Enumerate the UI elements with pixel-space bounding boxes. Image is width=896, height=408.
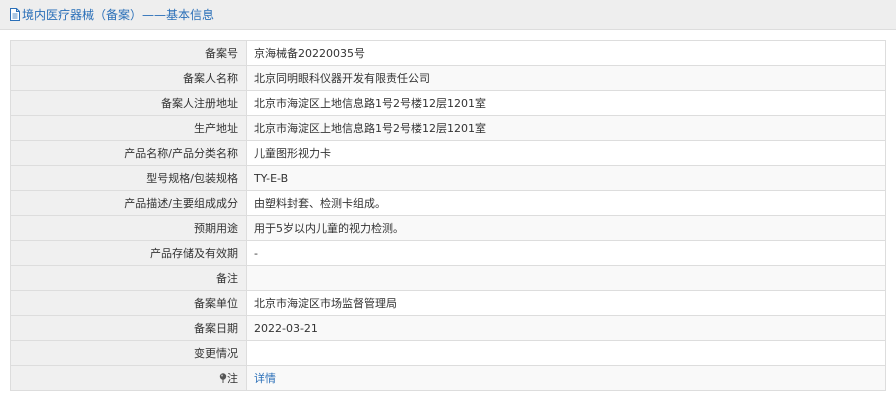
table-row: 生产地址 北京市海淀区上地信息路1号2号楼12层1201室	[10, 115, 886, 141]
field-value: 用于5岁以内儿童的视力检测。	[246, 215, 886, 241]
field-label: 备注	[10, 265, 247, 291]
field-value: -	[246, 240, 886, 266]
note-row: 注 详情	[10, 365, 886, 391]
field-label: 备案号	[10, 40, 247, 66]
basic-info-table: 备案号 京海械备20220035号 备案人名称 北京同明眼科仪器开发有限责任公司 备案人…	[10, 40, 886, 391]
document-icon	[10, 8, 20, 21]
field-value	[246, 265, 886, 291]
field-value: 京海械备20220035号	[246, 40, 886, 66]
note-value-cell: 详情	[246, 365, 886, 391]
table-row: 产品描述/主要组成成分 由塑料封套、检测卡组成。	[10, 190, 886, 216]
field-value: 北京市海淀区市场监督管理局	[246, 290, 886, 316]
table-row: 备案号 京海械备20220035号	[10, 40, 886, 66]
field-value: 由塑料封套、检测卡组成。	[246, 190, 886, 216]
field-value	[246, 340, 886, 366]
table-row: 备案日期 2022-03-21	[10, 315, 886, 341]
table-row: 备注	[10, 265, 886, 291]
field-label: 生产地址	[10, 115, 247, 141]
table-row: 备案人注册地址 北京市海淀区上地信息路1号2号楼12层1201室	[10, 90, 886, 116]
field-label: 备案人名称	[10, 65, 247, 91]
field-label: 预期用途	[10, 215, 247, 241]
field-label: 产品描述/主要组成成分	[10, 190, 247, 216]
page-title: 境内医疗器械（备案）——基本信息	[22, 8, 215, 22]
field-label: 备案日期	[10, 315, 247, 341]
table-row: 产品存储及有效期 -	[10, 240, 886, 266]
field-value: 儿童图形视力卡	[246, 140, 886, 166]
table-row: 备案人名称 北京同明眼科仪器开发有限责任公司	[10, 65, 886, 91]
details-link[interactable]: 详情	[254, 372, 276, 385]
field-value: 北京同明眼科仪器开发有限责任公司	[246, 65, 886, 91]
field-label: 备案人注册地址	[10, 90, 247, 116]
field-label: 产品存储及有效期	[10, 240, 247, 266]
field-value: 北京市海淀区上地信息路1号2号楼12层1201室	[246, 90, 886, 116]
table-row: 型号规格/包装规格 TY-E-B	[10, 165, 886, 191]
field-label: 变更情况	[10, 340, 247, 366]
field-value: 2022-03-21	[246, 315, 886, 341]
table-row: 产品名称/产品分类名称 儿童图形视力卡	[10, 140, 886, 166]
note-label: 注	[227, 372, 238, 385]
page-header: 境内医疗器械（备案）——基本信息	[0, 0, 896, 30]
field-value: 北京市海淀区上地信息路1号2号楼12层1201室	[246, 115, 886, 141]
field-label: 型号规格/包装规格	[10, 165, 247, 191]
note-label-cell: 注	[10, 365, 247, 391]
pin-icon	[219, 373, 227, 383]
table-row: 预期用途 用于5岁以内儿童的视力检测。	[10, 215, 886, 241]
table-row: 备案单位 北京市海淀区市场监督管理局	[10, 290, 886, 316]
field-value: TY-E-B	[246, 165, 886, 191]
field-label: 产品名称/产品分类名称	[10, 140, 247, 166]
field-label: 备案单位	[10, 290, 247, 316]
table-row: 变更情况	[10, 340, 886, 366]
